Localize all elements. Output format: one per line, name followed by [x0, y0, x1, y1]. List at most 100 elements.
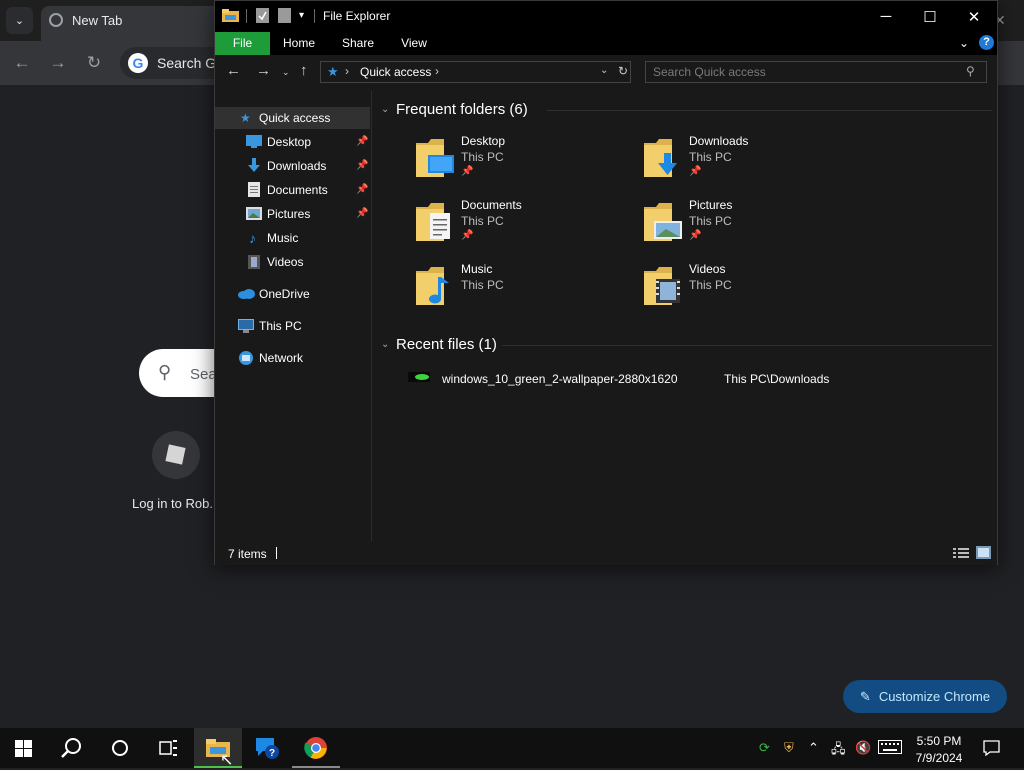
search-icon[interactable]: ⚲	[966, 64, 975, 78]
customize-chrome-button[interactable]: ✎ Customize Chrome	[843, 680, 1007, 713]
nav-item-videos[interactable]: Videos	[215, 251, 370, 273]
search-taskbar-icon[interactable]	[61, 737, 83, 759]
pin-icon: 📌	[356, 160, 369, 171]
pin-icon: 📌	[461, 230, 474, 241]
windows-start-icon[interactable]	[15, 740, 32, 757]
ribbon-tab-home[interactable]: Home	[275, 32, 323, 55]
recent-files-header[interactable]: Recent files (1)	[396, 336, 497, 353]
ribbon-tab-share[interactable]: Share	[333, 32, 383, 55]
notifications-icon[interactable]	[983, 740, 1000, 756]
ribbon-tab-view[interactable]: View	[393, 32, 435, 55]
address-separator: ›	[345, 64, 349, 78]
nav-item-downloads[interactable]: Downloads 📌	[215, 155, 370, 177]
folder-tile-downloads[interactable]: Downloads This PC 📌	[640, 131, 850, 187]
explorer-app-icon	[222, 9, 239, 22]
nav-item-documents[interactable]: Documents 📌	[215, 179, 370, 201]
tab-search-dropdown-button[interactable]: ⌄	[6, 7, 33, 34]
pencil-icon: ✎	[859, 688, 871, 704]
clock-time: 5:50 PM	[916, 734, 962, 748]
keyboard-icon[interactable]	[878, 740, 902, 754]
task-view-icon[interactable]	[159, 739, 178, 757]
chrome-icon	[304, 737, 327, 759]
network-icon	[239, 351, 253, 365]
group-divider	[502, 345, 992, 346]
chrome-back-icon[interactable]: ←	[10, 52, 34, 74]
properties-icon[interactable]	[256, 8, 269, 23]
folder-name: Downloads	[689, 134, 749, 148]
google-logo-icon: G	[128, 53, 148, 73]
frequent-folders-header[interactable]: Frequent folders (6)	[396, 101, 528, 118]
recent-collapse-icon[interactable]: ⌄	[381, 339, 389, 350]
system-clock[interactable]: 5:50 PM 7/9/2024	[906, 733, 972, 767]
star-icon: ★	[240, 111, 251, 125]
nav-item-this-pc[interactable]: This PC	[215, 315, 370, 337]
minimize-icon[interactable]: ─	[863, 1, 909, 32]
folder-name: Videos	[689, 262, 726, 276]
nav-item-pictures[interactable]: Pictures 📌	[215, 203, 370, 225]
frequent-collapse-icon[interactable]: ⌄	[381, 104, 389, 115]
nav-item-desktop[interactable]: Desktop 📌	[215, 131, 370, 153]
address-separator-2: ›	[435, 64, 439, 78]
pin-icon: 📌	[689, 230, 702, 241]
nav-label: Quick access	[259, 111, 331, 125]
ribbon-expand-icon[interactable]: ⌄	[959, 36, 969, 50]
status-bar	[215, 541, 997, 565]
recent-locations-icon[interactable]: ⌄	[282, 67, 290, 78]
group-divider	[547, 110, 992, 111]
details-view-icon[interactable]	[953, 547, 969, 559]
quick-access-star-icon: ★	[327, 64, 339, 79]
security-shield-icon[interactable]: ⛨	[784, 740, 794, 756]
nav-label: Desktop	[267, 135, 312, 149]
up-icon[interactable]: ↑	[300, 62, 308, 79]
ntp-search-placeholder: Sea	[190, 366, 217, 383]
onedrive-icon	[238, 289, 255, 299]
address-breadcrumb-quick-access[interactable]: Quick access	[360, 65, 431, 79]
recent-file-row[interactable]: windows_10_green_2-wallpaper-2880x1620 T…	[402, 367, 992, 389]
close-icon[interactable]: ✕	[951, 1, 997, 32]
qat-customize-icon[interactable]: ▾	[299, 10, 304, 21]
nav-label: OneDrive	[259, 287, 310, 301]
forward-icon[interactable]: →	[256, 62, 271, 79]
folder-tile-videos[interactable]: Videos This PC	[640, 259, 850, 315]
new-folder-icon[interactable]	[278, 8, 291, 23]
svg-text:?: ?	[269, 748, 275, 759]
folder-location: This PC	[689, 278, 732, 292]
folder-location: This PC	[461, 150, 504, 164]
cortana-icon[interactable]	[111, 739, 129, 757]
address-dropdown-icon[interactable]: ⌄	[600, 65, 608, 76]
network-tray-icon[interactable]: 🖧	[831, 740, 846, 762]
window-title: File Explorer	[323, 9, 391, 23]
maximize-icon[interactable]: ☐	[907, 1, 953, 32]
taskbar-chrome[interactable]	[292, 728, 340, 768]
folder-tile-music[interactable]: Music This PC	[412, 259, 622, 315]
show-hidden-icons-icon[interactable]: ⌃	[808, 740, 819, 756]
ribbon-tab-file[interactable]: File	[215, 32, 270, 55]
nav-item-onedrive[interactable]: OneDrive	[215, 283, 370, 305]
nav-item-quick-access[interactable]: ★ Quick access	[215, 107, 370, 129]
onedrive-sync-icon[interactable]: ⟳	[759, 740, 770, 756]
chrome-reload-icon[interactable]: ↻	[82, 52, 106, 74]
volume-muted-icon[interactable]: 🔇	[855, 740, 871, 756]
qat-divider-2	[314, 9, 315, 23]
taskbar-get-help[interactable]: ?	[243, 728, 291, 768]
nav-item-network[interactable]: Network	[215, 347, 370, 369]
chrome-tab-new-tab[interactable]	[41, 6, 221, 41]
nav-item-music[interactable]: ♪ Music	[215, 227, 370, 249]
image-file-icon	[408, 372, 430, 382]
chrome-forward-icon[interactable]: →	[46, 52, 70, 74]
large-icons-view-icon[interactable]	[976, 546, 991, 559]
ntp-search-icon: ⚲	[158, 362, 172, 382]
folder-tile-pictures[interactable]: Pictures This PC 📌	[640, 195, 850, 251]
help-icon[interactable]: ?	[979, 35, 994, 50]
folder-tile-desktop[interactable]: Desktop This PC 📌	[412, 131, 622, 187]
back-icon[interactable]: ←	[226, 62, 241, 79]
pin-icon: 📌	[689, 166, 702, 177]
folder-tile-documents[interactable]: Documents This PC 📌	[412, 195, 622, 251]
folder-location: This PC	[689, 150, 732, 164]
get-help-icon: ?	[256, 738, 279, 759]
taskbar-file-explorer[interactable]	[194, 728, 242, 768]
videos-folder-icon	[644, 267, 680, 305]
refresh-icon[interactable]: ↻	[618, 64, 628, 78]
recent-file-path: This PC\Downloads	[724, 372, 830, 386]
file-explorer-window: ▾ File Explorer ─ ☐ ✕ File Home Share Vi…	[214, 0, 998, 565]
